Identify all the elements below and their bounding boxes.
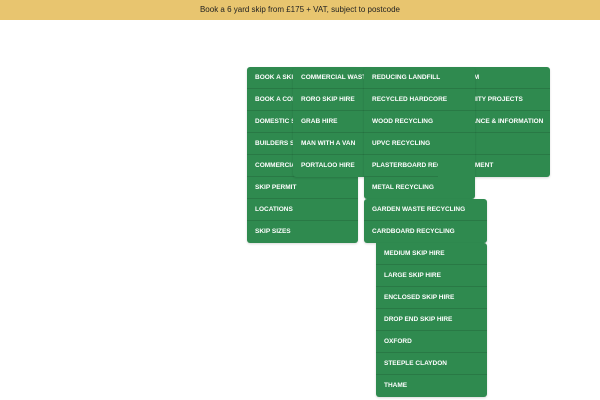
menu-item-garden-waste-recycling[interactable]: GARDEN WASTE RECYCLING [364, 199, 487, 221]
menu-item-wood-recycling[interactable]: WOOD RECYCLING [364, 111, 475, 133]
promo-banner: Book a 6 yard skip from £175 + VAT, subj… [0, 0, 600, 20]
menu-column-recycling: REDUCING LANDFILL RECYCLED HARDCORE WOOD… [364, 67, 475, 199]
menu-item-upvc-recycling[interactable]: UPVC RECYCLING [364, 133, 475, 155]
menu-item-recycled-hardcore[interactable]: RECYCLED HARDCORE [364, 89, 475, 111]
menu-item-man-with-a-van[interactable]: MAN WITH A VAN [293, 133, 373, 155]
menu-column-waste: COMMERCIAL WASTE RORO SKIP HIRE GRAB HIR… [293, 67, 373, 177]
menu-item-large-skip-hire[interactable]: LARGE SKIP HIRE [376, 265, 487, 287]
menu-item-oxford[interactable]: OXFORD [376, 331, 487, 353]
menu-item-roro-skip-hire[interactable]: RORO SKIP HIRE [293, 89, 373, 111]
menu-column-skip-sizes: MEDIUM SKIP HIRE LARGE SKIP HIRE ENCLOSE… [376, 243, 487, 397]
menu-item-drop-end-skip-hire[interactable]: DROP END SKIP HIRE [376, 309, 487, 331]
menu-item-grab-hire[interactable]: GRAB HIRE [293, 111, 373, 133]
menu-item-steeple-claydon[interactable]: STEEPLE CLAYDON [376, 353, 487, 375]
menu-item-reducing-landfill[interactable]: REDUCING LANDFILL [364, 67, 475, 89]
menu-item-skip-permit[interactable]: SKIP PERMIT [247, 177, 358, 199]
menu-item-plasterboard-recycling[interactable]: PLASTERBOARD RECYCLING [364, 155, 438, 177]
menu-item-medium-skip-hire[interactable]: MEDIUM SKIP HIRE [376, 243, 487, 265]
menu-item-metal-recycling[interactable]: METAL RECYCLING [364, 177, 475, 199]
menu-column-recycling-extra: GARDEN WASTE RECYCLING CARDBOARD RECYCLI… [364, 199, 487, 243]
menu-item-skip-sizes[interactable]: SKIP SIZES [247, 221, 358, 243]
menu-item-cardboard-recycling[interactable]: CARDBOARD RECYCLING [364, 221, 487, 243]
menu-item-portaloo-hire[interactable]: PORTALOO HIRE [293, 155, 373, 177]
menu-item-thame[interactable]: THAME [376, 375, 487, 397]
menu-item-commercial-waste[interactable]: COMMERCIAL WASTE [293, 67, 373, 89]
menu-item-enclosed-skip-hire[interactable]: ENCLOSED SKIP HIRE [376, 287, 487, 309]
menu-item-locations[interactable]: LOCATIONS [247, 199, 358, 221]
